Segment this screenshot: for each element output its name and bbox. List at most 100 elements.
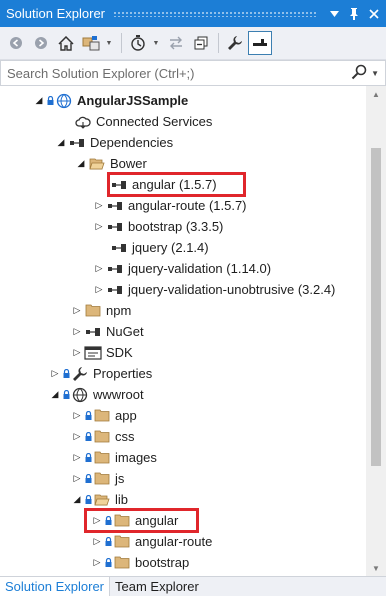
tree-item-label: jquery-validation-unobtrusive (3.2.4) <box>128 282 336 297</box>
toolbar-separator <box>218 33 219 53</box>
lock-icon <box>84 474 92 484</box>
package-icon <box>110 240 128 256</box>
tree-item-properties[interactable]: ▷ Properties <box>48 363 153 384</box>
tree-item-label: NuGet <box>106 324 144 339</box>
toolbar: ▼ ▼ <box>0 27 386 60</box>
expanded-arrow-icon[interactable]: ◢ <box>48 388 62 402</box>
scrollbar-thumb[interactable] <box>371 148 381 466</box>
back-icon[interactable] <box>4 31 28 55</box>
tree-item-nuget[interactable]: ▷ NuGet <box>70 321 144 342</box>
switch-views-icon[interactable] <box>79 31 103 55</box>
folder-icon <box>93 471 111 487</box>
tree-item-lib-angular-route[interactable]: ▷ angular-route <box>90 531 213 552</box>
package-icon <box>106 261 124 277</box>
collapsed-arrow-icon[interactable]: ▷ <box>92 283 106 297</box>
bottom-tab-bar: Solution Explorer Team Explorer <box>0 576 386 596</box>
title-grip[interactable] <box>113 10 316 17</box>
lock-icon <box>84 453 92 463</box>
collapsed-arrow-icon[interactable]: ▷ <box>70 304 84 318</box>
expanded-arrow-icon[interactable]: ◢ <box>32 94 46 108</box>
search-input[interactable]: Search Solution Explorer (Ctrl+;) <box>1 66 351 81</box>
tree-item-bower-jquery-validation-unobtrusive[interactable]: ▷ jquery-validation-unobtrusive (3.2.4) <box>92 279 336 300</box>
dropdown-arrow-icon[interactable] <box>324 4 344 24</box>
tree-item-label: images <box>115 450 157 465</box>
tree-item-bower-angular-route[interactable]: ▷ angular-route (1.5.7) <box>92 195 247 216</box>
collapsed-arrow-icon[interactable]: ▷ <box>70 451 84 465</box>
collapsed-arrow-icon[interactable]: ▷ <box>70 346 84 360</box>
pending-changes-filter-icon[interactable] <box>126 31 150 55</box>
tree-item-css[interactable]: ▷ css <box>70 426 135 447</box>
tree-item-bower-jquery-validation[interactable]: ▷ jquery-validation (1.14.0) <box>92 258 272 279</box>
tree-item-bower[interactable]: ◢ Bower <box>74 153 147 174</box>
tree-item-bower-jquery[interactable]: jquery (2.1.4) <box>110 237 209 258</box>
collapsed-arrow-icon[interactable]: ▷ <box>92 199 106 213</box>
tree-item-app[interactable]: ▷ app <box>70 405 137 426</box>
collapsed-arrow-icon[interactable]: ▷ <box>70 325 84 339</box>
scroll-down-icon[interactable]: ▼ <box>366 560 386 576</box>
title-bar: Solution Explorer <box>0 0 386 27</box>
lock-icon <box>84 411 92 421</box>
sync-with-document-icon[interactable] <box>164 31 188 55</box>
scroll-up-icon[interactable]: ▲ <box>366 86 386 102</box>
tree-item-label: css <box>115 429 135 444</box>
forward-icon[interactable] <box>29 31 53 55</box>
collapsed-arrow-icon[interactable]: ▷ <box>70 472 84 486</box>
tree-item-label: angular-route (1.5.7) <box>128 198 247 213</box>
tree-item-label: angular-route <box>135 534 213 549</box>
close-icon[interactable] <box>364 4 384 24</box>
wrench-icon[interactable] <box>223 31 247 55</box>
chevron-down-icon[interactable]: ▼ <box>104 31 114 55</box>
collapsed-arrow-icon[interactable]: ▷ <box>92 220 106 234</box>
tree-item-label: app <box>115 408 137 423</box>
folder-open-icon <box>93 492 111 508</box>
tree-item-lib-bootstrap[interactable]: ▷ bootstrap <box>90 552 190 573</box>
tree-item-label: bootstrap (3.3.5) <box>128 219 224 234</box>
collapsed-arrow-icon[interactable]: ▷ <box>90 556 104 570</box>
collapsed-arrow-icon[interactable]: ▷ <box>90 535 104 549</box>
folder-icon <box>113 534 131 550</box>
folder-open-icon <box>88 156 106 172</box>
home-icon[interactable] <box>54 31 78 55</box>
chevron-down-icon[interactable]: ▼ <box>151 31 161 55</box>
tree-item-images[interactable]: ▷ images <box>70 447 157 468</box>
package-icon <box>106 219 124 235</box>
highlight-box-bower-angular <box>107 172 246 197</box>
chevron-down-icon[interactable]: ▼ <box>371 69 379 78</box>
preview-selected-items-icon[interactable] <box>248 31 272 55</box>
tree-item-npm[interactable]: ▷ npm <box>70 300 132 321</box>
search-icon[interactable] <box>351 64 367 83</box>
tree-item-lib[interactable]: ◢ lib <box>70 489 128 510</box>
package-icon <box>106 198 124 214</box>
tree-item-dependencies[interactable]: ◢ Dependencies <box>54 132 174 153</box>
search-box[interactable]: Search Solution Explorer (Ctrl+;) ▼ <box>0 60 386 86</box>
expanded-arrow-icon[interactable]: ◢ <box>74 157 88 171</box>
expanded-arrow-icon[interactable]: ◢ <box>54 136 68 150</box>
sdk-icon <box>84 345 102 361</box>
tree-item-bower-bootstrap[interactable]: ▷ bootstrap (3.3.5) <box>92 216 224 237</box>
collapsed-arrow-icon[interactable]: ▷ <box>70 430 84 444</box>
highlight-box-lib-angular <box>84 508 199 533</box>
tree-item-label: lib <box>115 492 129 507</box>
tree-item-project[interactable]: ◢ AngularJSSample <box>32 90 189 111</box>
pin-icon[interactable] <box>344 4 364 24</box>
lock-icon <box>46 96 54 106</box>
web-project-icon <box>55 93 73 109</box>
collapse-all-icon[interactable] <box>189 31 213 55</box>
solution-tree: ◢ AngularJSSample Connected Services ◢ D… <box>0 86 366 576</box>
vertical-scrollbar[interactable]: ▲ ▼ <box>366 86 386 576</box>
globe-icon <box>71 387 89 403</box>
tree-item-label: Bower <box>110 156 147 171</box>
expanded-arrow-icon[interactable]: ◢ <box>70 493 84 507</box>
tree-item-connected-services[interactable]: Connected Services <box>74 111 212 132</box>
tree-item-wwwroot[interactable]: ◢ wwwroot <box>48 384 144 405</box>
tree-item-sdk[interactable]: ▷ SDK <box>70 342 133 363</box>
collapsed-arrow-icon[interactable]: ▷ <box>92 262 106 276</box>
tree-item-label: Connected Services <box>96 114 213 129</box>
folder-icon <box>93 429 111 445</box>
tree-item-js[interactable]: ▷ js <box>70 468 125 489</box>
folder-icon <box>113 555 131 571</box>
tab-team-explorer[interactable]: Team Explorer <box>110 577 204 596</box>
tab-solution-explorer[interactable]: Solution Explorer <box>0 576 110 596</box>
collapsed-arrow-icon[interactable]: ▷ <box>70 409 84 423</box>
collapsed-arrow-icon[interactable]: ▷ <box>48 367 62 381</box>
